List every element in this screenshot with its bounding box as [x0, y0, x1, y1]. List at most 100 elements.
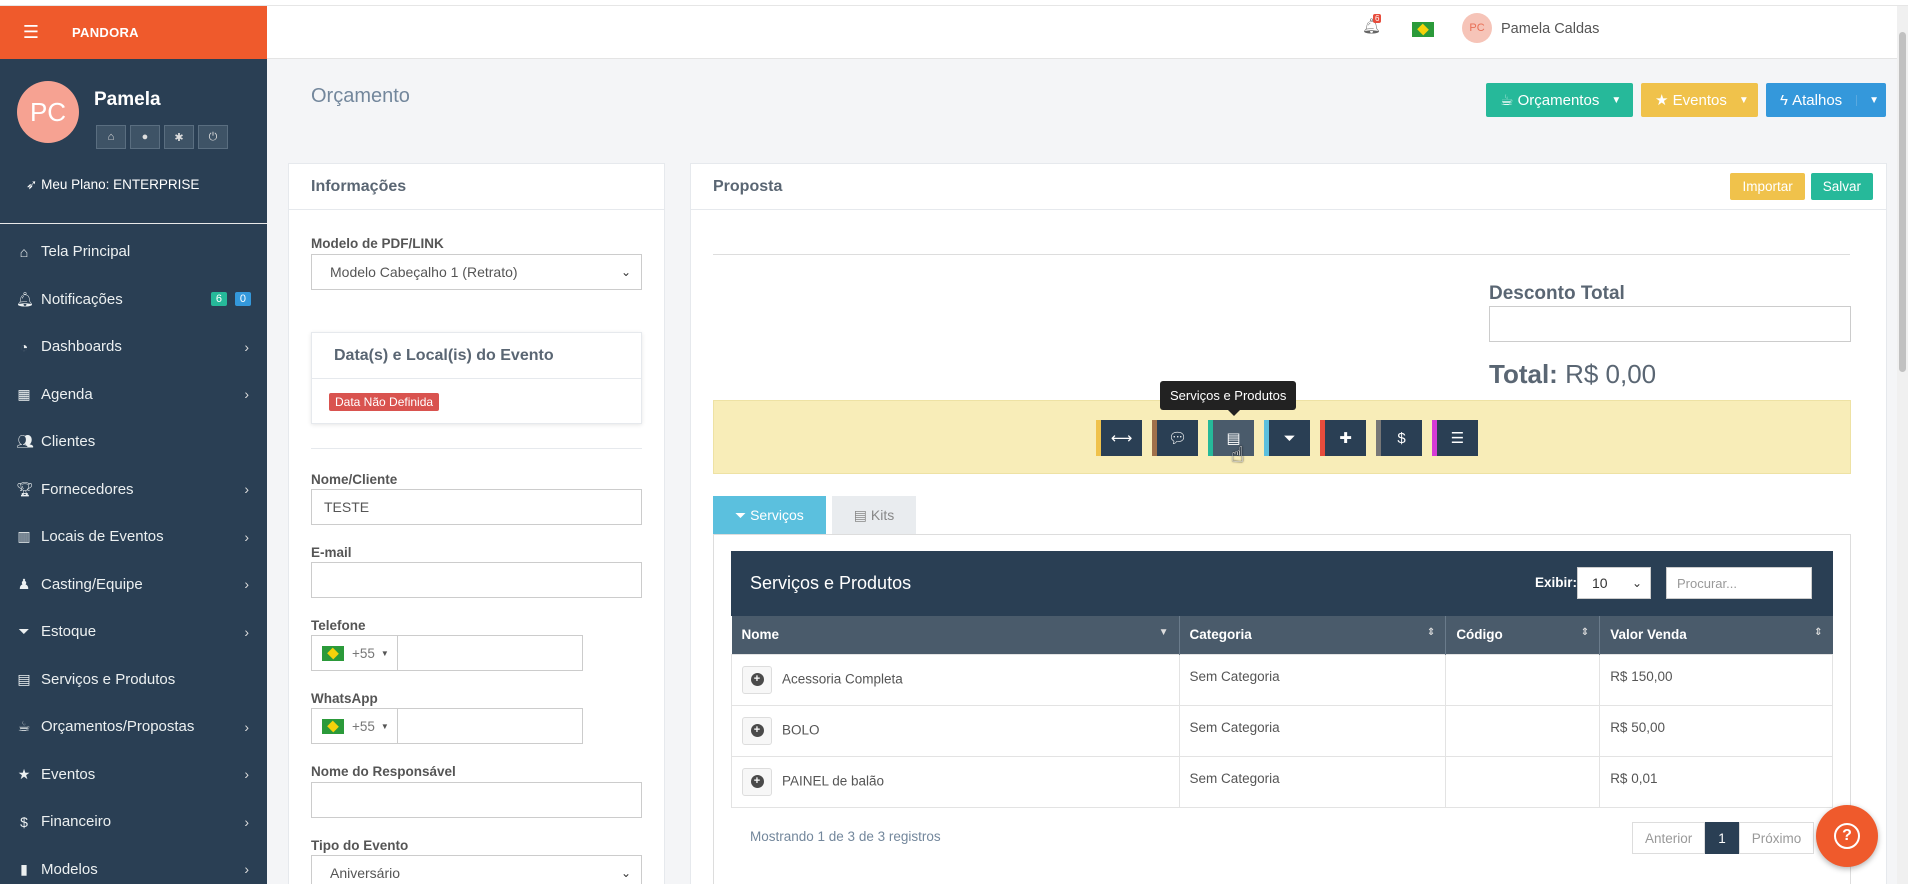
profile-name: Pamela: [94, 89, 161, 110]
sidebar-item-estoque[interactable]: ⏷ Estoque ›: [0, 608, 267, 656]
email-field[interactable]: [311, 562, 642, 598]
menu-toggle-icon[interactable]: ☰: [18, 22, 44, 43]
brazil-flag-icon[interactable]: [322, 718, 344, 734]
save-button[interactable]: Salvar: [1810, 173, 1873, 200]
avatar[interactable]: PC: [17, 81, 79, 143]
sidebar-item-financeiro[interactable]: $ Financeiro ›: [0, 798, 267, 846]
orcamentos-button[interactable]: ☕︎ Orçamentos ▼: [1486, 83, 1633, 117]
calendar-icon: ▦: [17, 385, 31, 402]
event-type-select[interactable]: Aniversário ⌄: [311, 855, 642, 884]
atalhos-button[interactable]: ϟ Atalhos ▼: [1766, 83, 1886, 117]
phone-field[interactable]: +55 ▼: [311, 635, 583, 671]
whatsapp-field[interactable]: +55 ▼: [311, 708, 583, 744]
sidebar-item-clientes[interactable]: 👥︎ Clientes: [0, 418, 267, 466]
sidebar-item-orcamentos-propostas[interactable]: ☕︎ Orçamentos/Propostas ›: [0, 703, 267, 751]
filter-tool-button[interactable]: ⏷: [1264, 420, 1310, 456]
brand-name: PANDORA: [72, 25, 139, 40]
sidebar-item-label: Tela Principal: [41, 243, 131, 261]
sidebar-item-agenda[interactable]: ▦ Agenda ›: [0, 371, 267, 419]
filter-icon: ⏷: [735, 506, 747, 523]
sidebar-item-label: Financeiro: [41, 813, 112, 831]
add-tool-button[interactable]: ✚: [1320, 420, 1366, 456]
sidebar-item-fornecedores[interactable]: 🏆︎ Fornecedores ›: [0, 466, 267, 514]
column-header-codigo[interactable]: Código ⇕: [1445, 616, 1601, 654]
event-dates-box: Data(s) e Local(is) do Evento Data Não D…: [311, 332, 642, 424]
pdf-model-select[interactable]: Modelo Cabeçalho 1 (Retrato) ⌄: [311, 254, 642, 290]
sidebar-item-notificacoes[interactable]: 🔔︎ Notificações 6 0: [0, 276, 267, 324]
next-page-button[interactable]: Próximo: [1738, 822, 1815, 854]
sidebar-item-locais-de-eventos[interactable]: ▥ Locais de Eventos ›: [0, 513, 267, 561]
archive-icon: ▤: [17, 670, 31, 687]
responsible-field[interactable]: [311, 782, 642, 818]
bell-icon: 🔔︎: [16, 290, 34, 307]
building-icon: ▥: [17, 528, 31, 545]
sidebar-item-servicos-e-produtos[interactable]: ▤ Serviços e Produtos: [0, 656, 267, 704]
add-item-button[interactable]: +: [742, 767, 772, 796]
item-name: BOLO: [782, 722, 820, 738]
discount-input[interactable]: [1489, 306, 1851, 342]
column-label: Nome: [741, 627, 780, 643]
sidebar-item-casting-equipe[interactable]: ♟ Casting/Equipe ›: [0, 561, 267, 609]
sidebar-item-eventos[interactable]: ★ Eventos ›: [0, 751, 267, 799]
sidebar-item-tela-principal[interactable]: ⌂ Tela Principal: [0, 228, 267, 276]
brazil-flag-icon[interactable]: [322, 645, 344, 661]
cell-name: + PAINEL de balão: [731, 755, 1180, 808]
phone-country-code: +55: [352, 645, 375, 661]
add-item-button[interactable]: +: [742, 716, 772, 745]
caret-down-icon: ▼: [1611, 94, 1622, 106]
user-icon[interactable]: ●: [130, 125, 160, 149]
comment-tool-button[interactable]: 💬︎: [1152, 420, 1198, 456]
search-input[interactable]: Procurar...: [1666, 567, 1812, 599]
orcamentos-label: Orçamentos: [1517, 91, 1600, 109]
caret-down-icon[interactable]: ▼: [1856, 94, 1879, 106]
brazil-flag-icon[interactable]: [1412, 22, 1434, 37]
add-item-button[interactable]: +: [742, 665, 772, 694]
page-length-select[interactable]: 10 ⌄: [1577, 567, 1651, 599]
total-value: R$ 0,00: [1565, 359, 1657, 389]
chevron-right-icon: ›: [244, 338, 249, 355]
info-panel-header: Informações: [289, 164, 664, 210]
total-label: Total:: [1489, 359, 1558, 389]
proposal-actions: Importar Salvar: [1730, 173, 1873, 200]
import-button[interactable]: Importar: [1730, 173, 1805, 200]
client-input[interactable]: TESTE: [311, 489, 642, 525]
power-icon[interactable]: ⏻: [198, 125, 228, 149]
sidebar-item-modelos[interactable]: ▮ Modelos ›: [0, 846, 267, 884]
star-icon: ★: [1655, 92, 1669, 109]
help-button[interactable]: ?: [1816, 805, 1878, 867]
hand-cursor-icon: ☝: [1231, 442, 1245, 467]
column-header-categoria[interactable]: Categoria ⇕: [1179, 616, 1447, 654]
sidebar-item-label: Eventos: [41, 765, 96, 783]
column-header-nome[interactable]: Nome ▼: [731, 616, 1180, 654]
scrollbar-thumb[interactable]: [1899, 32, 1906, 372]
table-row: + Acessoria Completa Sem Categoria R$ 150…: [731, 653, 1833, 706]
sidebar-item-label: Clientes: [41, 433, 96, 451]
cell-price: R$ 50,00: [1599, 704, 1833, 757]
chevron-right-icon: ›: [244, 861, 249, 878]
total: Total: R$ 0,00: [1489, 359, 1656, 390]
price-tool-button[interactable]: $: [1376, 420, 1422, 456]
resize-tool-button[interactable]: ⟷: [1096, 420, 1142, 456]
chevron-right-icon: ›: [244, 528, 249, 545]
column-label: Categoria: [1189, 627, 1252, 643]
prev-page-button[interactable]: Anterior: [1632, 822, 1706, 854]
list-tool-button[interactable]: ☰: [1432, 420, 1478, 456]
page-scrollbar[interactable]: [1897, 6, 1908, 884]
user-avatar[interactable]: PC: [1462, 13, 1492, 43]
eventos-button[interactable]: ★ Eventos ▼: [1641, 83, 1758, 117]
column-header-valor-venda[interactable]: Valor Venda ⇕: [1599, 616, 1833, 654]
sidebar-item-dashboards[interactable]: ◔ Dashboards ›: [0, 323, 267, 371]
home-icon[interactable]: ⌂: [96, 125, 126, 149]
book-icon: ▮: [20, 860, 28, 877]
page-1-button[interactable]: 1: [1705, 822, 1739, 854]
tab-services[interactable]: ⏷ Serviços: [713, 496, 826, 534]
home-icon: ⌂: [19, 243, 29, 260]
event-type-value: Aniversário: [330, 865, 401, 881]
tab-kits[interactable]: ▤ Kits: [831, 496, 917, 534]
page-title: Orçamento: [311, 85, 410, 107]
user-name[interactable]: Pamela Caldas: [1501, 21, 1599, 37]
cell-name: + Acessoria Completa: [731, 653, 1180, 706]
gear-icon[interactable]: ✱: [164, 125, 194, 149]
plus-circle-icon: +: [750, 775, 764, 788]
tab-kits-label: Kits: [870, 507, 895, 523]
